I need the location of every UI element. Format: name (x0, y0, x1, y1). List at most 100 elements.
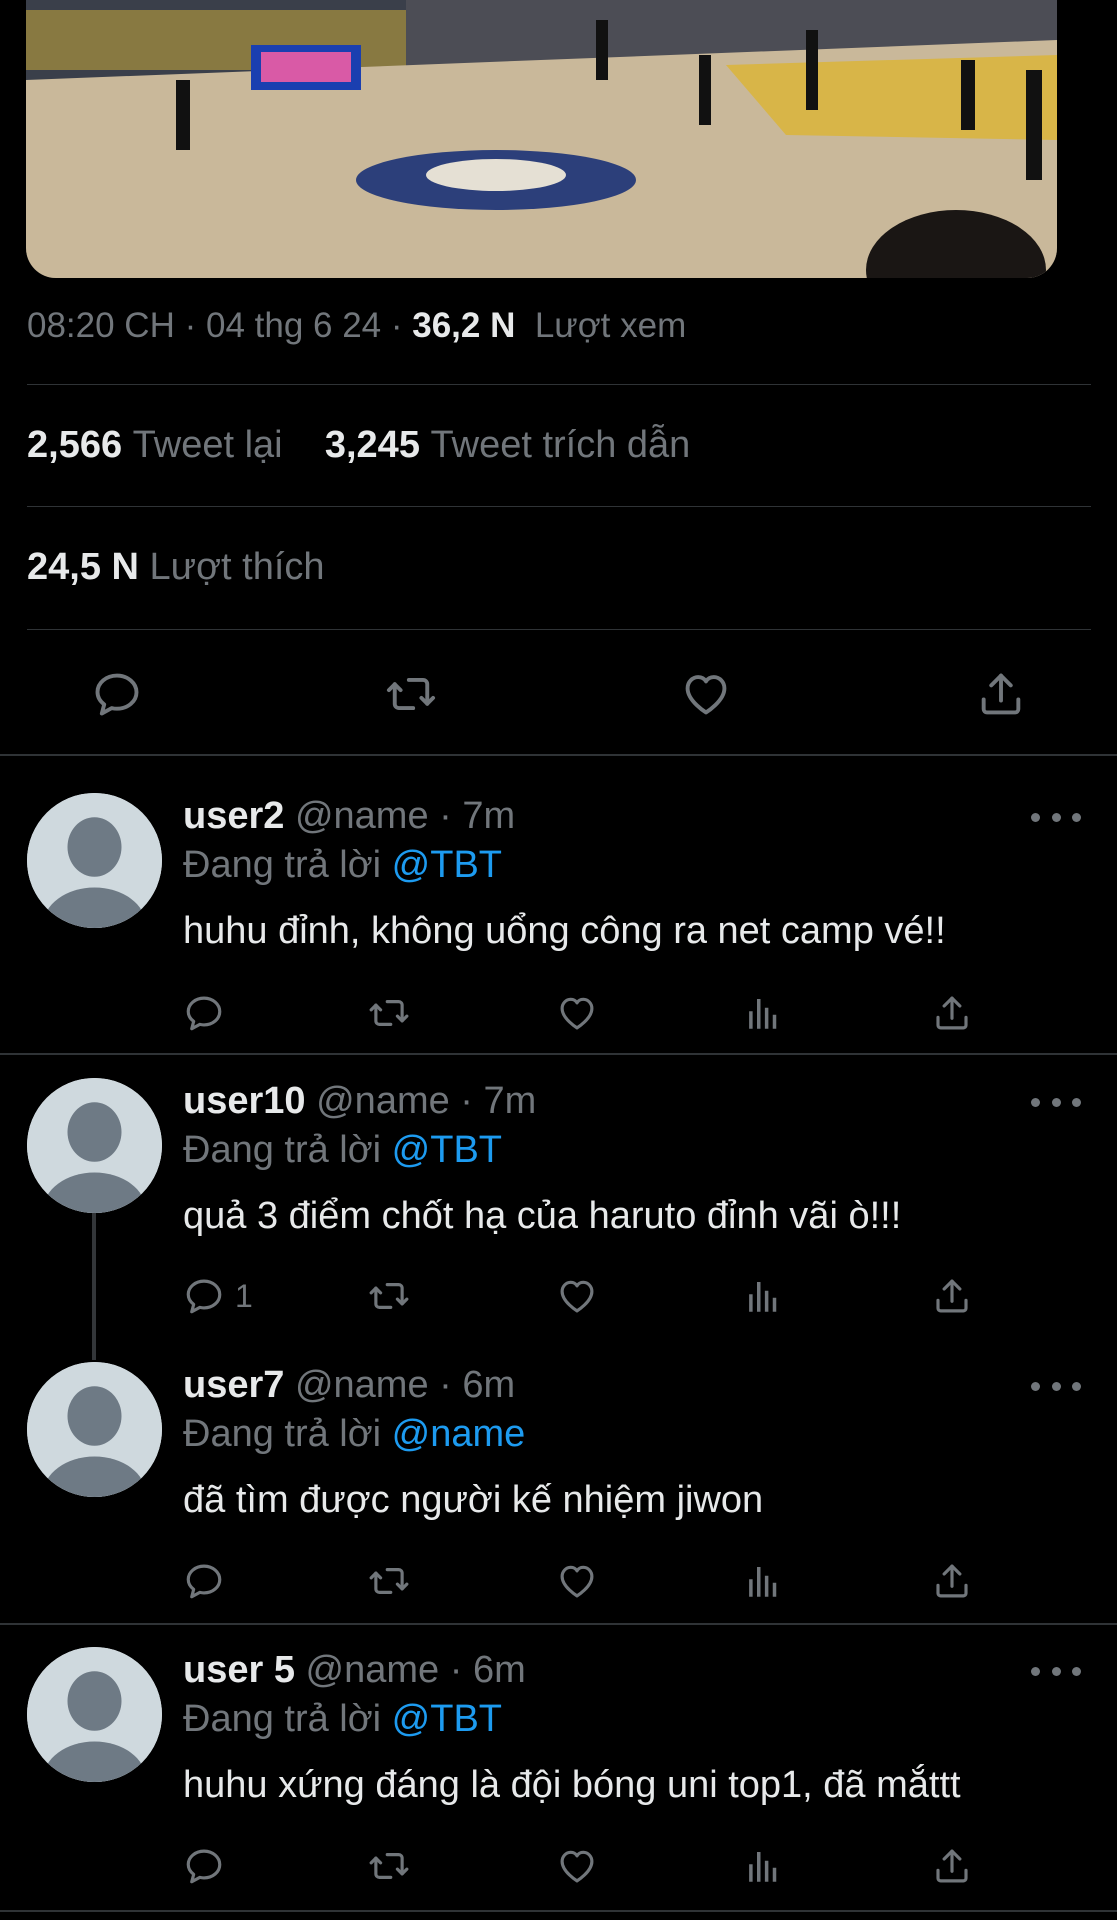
like-button[interactable] (556, 1556, 598, 1606)
share-button[interactable] (931, 1556, 973, 1606)
replying-to-mention[interactable]: @TBT (392, 844, 502, 886)
reply-text: quả 3 điểm chốt hạ của haruto đỉnh vãi ò… (183, 1195, 902, 1237)
retweet-button[interactable] (368, 1841, 410, 1891)
share-icon (931, 992, 973, 1034)
retweet-icon (368, 1560, 410, 1602)
divider (27, 506, 1091, 507)
retweet-icon (368, 992, 410, 1034)
share-icon (931, 1560, 973, 1602)
views-label: Lượt xem (534, 306, 687, 345)
separator: · (381, 306, 413, 345)
default-avatar-icon (27, 1647, 162, 1782)
replying-to-mention[interactable]: @TBT (392, 1698, 502, 1740)
reply-header: user7 @name · 6m (183, 1364, 515, 1407)
share-button[interactable] (931, 988, 973, 1038)
reply-icon (183, 1275, 225, 1317)
reply-button[interactable] (183, 988, 235, 1038)
reply-count: 1 (235, 1277, 253, 1314)
avatar[interactable] (27, 1647, 162, 1782)
reply-handle[interactable]: @name (295, 1364, 429, 1406)
like-button[interactable] (556, 1271, 598, 1321)
heart-icon (680, 668, 732, 720)
share-icon (975, 668, 1027, 720)
divider (0, 754, 1117, 756)
reply-handle[interactable]: @name (295, 795, 429, 837)
quotes-label: Tweet trích dẫn (430, 424, 691, 466)
reply-handle[interactable]: @name (306, 1649, 440, 1691)
more-options-button[interactable] (1031, 1092, 1081, 1112)
tweet-media-image[interactable] (26, 0, 1057, 278)
avatar[interactable] (27, 1078, 162, 1213)
reply-username[interactable]: user2 (183, 795, 284, 837)
heart-icon (556, 1845, 598, 1887)
retweet-button[interactable] (377, 660, 445, 728)
retweet-icon (368, 1845, 410, 1887)
reply-button[interactable] (83, 660, 151, 728)
views-count: 36,2 N (412, 306, 516, 345)
reply-handle[interactable]: @name (316, 1080, 450, 1122)
more-options-button[interactable] (1031, 1376, 1081, 1396)
share-icon (931, 1275, 973, 1317)
more-options-button[interactable] (1031, 807, 1081, 827)
replying-to: Đang trả lời @TBT (183, 1129, 502, 1172)
heart-icon (556, 992, 598, 1034)
replying-to-mention[interactable]: @name (392, 1413, 526, 1455)
replying-prefix: Đang trả lời (183, 1129, 392, 1171)
tweet-action-bar (0, 660, 1117, 728)
reply-button[interactable]: 1 (183, 1271, 253, 1321)
reply-header: user10 @name · 7m (183, 1080, 536, 1123)
reply-time: 7m (462, 795, 516, 837)
avatar[interactable] (27, 793, 162, 928)
avatar[interactable] (27, 1362, 162, 1497)
retweet-button[interactable] (368, 1556, 410, 1606)
reply-icon (183, 1845, 225, 1887)
reply-text: huhu xứng đáng là đội bóng uni top1, đã … (183, 1764, 961, 1806)
retweets-count: 2,566 (27, 424, 123, 466)
reply-username[interactable]: user10 (183, 1080, 306, 1122)
retweet-icon (385, 668, 437, 720)
reply-button[interactable] (183, 1556, 235, 1606)
reply-text: huhu đỉnh, không uổng công ra net camp v… (183, 910, 946, 952)
divider (0, 1053, 1117, 1055)
bar-chart-icon (743, 1560, 785, 1602)
likes-label: Lượt thích (149, 546, 325, 588)
replying-to-mention[interactable]: @TBT (392, 1129, 502, 1171)
retweet-icon (368, 1275, 410, 1317)
share-button[interactable] (931, 1841, 973, 1891)
bar-chart-icon (743, 1845, 785, 1887)
reply-action-bar (183, 1841, 983, 1891)
replying-to: Đang trả lời @TBT (183, 1698, 502, 1741)
reply-username[interactable]: user 5 (183, 1649, 295, 1691)
reply-action-bar (183, 988, 983, 1038)
share-button[interactable] (931, 1271, 973, 1321)
replying-prefix: Đang trả lời (183, 844, 392, 886)
views-button[interactable] (743, 1841, 785, 1891)
reply-time: 7m (483, 1080, 537, 1122)
views-button[interactable] (743, 1556, 785, 1606)
default-avatar-icon (27, 793, 162, 928)
thread-connector-line (92, 1212, 96, 1360)
likes-count: 24,5 N (27, 546, 139, 588)
retweet-button[interactable] (368, 988, 410, 1038)
divider (0, 1910, 1117, 1912)
quotes-link[interactable]: 3,245 Tweet trích dẫn (325, 424, 690, 466)
tweet-date: 04 thg 6 24 (205, 306, 382, 345)
reply-action-bar: 1 (183, 1271, 983, 1321)
reply-icon (183, 1560, 225, 1602)
share-button[interactable] (967, 660, 1035, 728)
bar-chart-icon (743, 1275, 785, 1317)
like-button[interactable] (672, 660, 740, 728)
reply-button[interactable] (183, 1841, 235, 1891)
divider (0, 1623, 1117, 1625)
views-button[interactable] (743, 988, 785, 1038)
default-avatar-icon (27, 1078, 162, 1213)
more-options-button[interactable] (1031, 1661, 1081, 1681)
retweet-button[interactable] (368, 1271, 410, 1321)
retweets-link[interactable]: 2,566 Tweet lại (27, 424, 283, 466)
like-button[interactable] (556, 988, 598, 1038)
likes-stats-line[interactable]: 24,5 N Lượt thích (27, 546, 325, 589)
retweet-stats-line: 2,566 Tweet lại 3,245 Tweet trích dẫn (27, 424, 690, 467)
like-button[interactable] (556, 1841, 598, 1891)
reply-username[interactable]: user7 (183, 1364, 284, 1406)
views-button[interactable] (743, 1271, 785, 1321)
